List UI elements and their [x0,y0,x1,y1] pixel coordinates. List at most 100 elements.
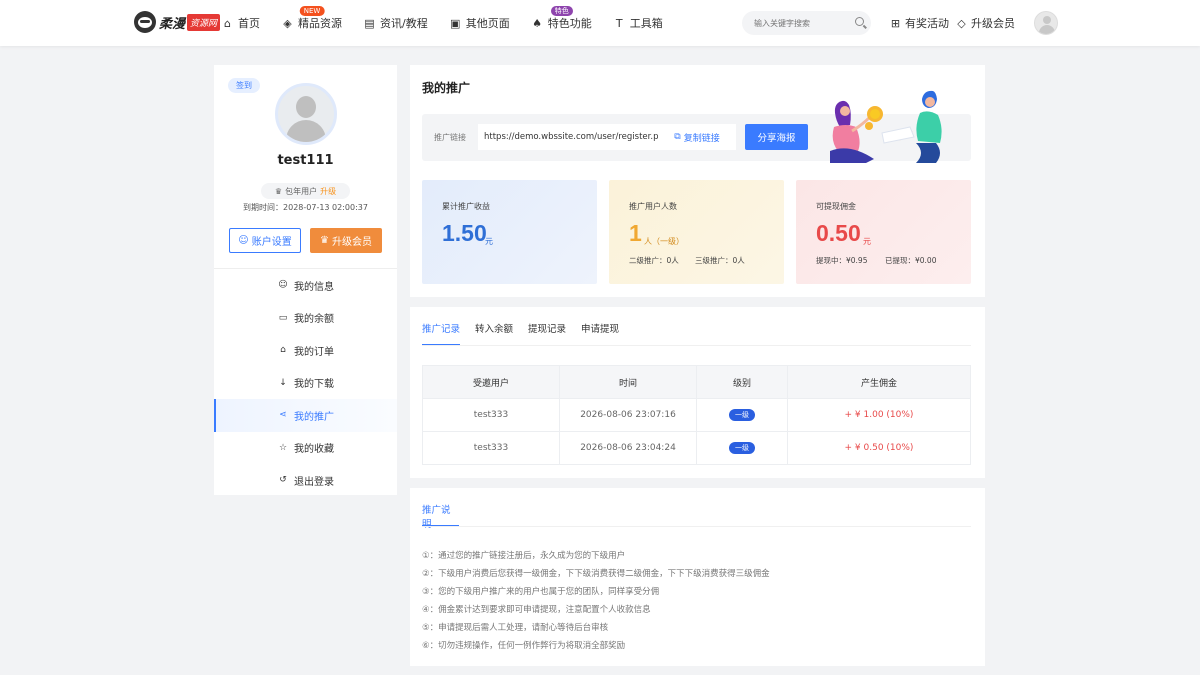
column-header: 受邀用户 [422,365,560,399]
tab-apply-withdraw[interactable]: 申请提现 [581,321,619,346]
menu-label: 我的收藏 [294,444,334,456]
logo-face-icon [134,11,156,33]
layers-icon: ◈ [283,16,292,30]
menu-item-my-balance[interactable]: ▭ 我的余额 [214,302,397,335]
tabs-divider [422,526,971,527]
stat-unit: 元 [485,237,493,246]
menu-item-logout[interactable]: ↺ 退出登录 [214,464,397,497]
promotion-illustration [830,90,942,163]
stat-label: 推广用户人数 [629,202,677,211]
activity-link[interactable]: ⊞ 有奖活动 [890,0,949,46]
diamond-icon: ◇ [957,16,966,30]
window-icon: ▣ [450,16,461,30]
table-header-row: 受邀用户 时间 级别 产生佣金 [422,365,971,399]
nav-articles[interactable]: ▤ 资讯/教程 [364,0,428,46]
stat-sub-level2: 二级推广：0人 [629,256,679,265]
upgrade-vip-link[interactable]: ◇ 升级会员 [956,0,1015,46]
stat-card-earnings: 累计推广收益 1.50 元 [422,180,597,284]
account-settings-button[interactable]: ☺ 账户设置 [229,228,301,253]
star-icon: ☆ [278,442,288,453]
document-icon: ▤ [364,16,375,30]
menu-label: 我的下载 [294,379,334,391]
stat-label: 累计推广收益 [442,202,490,211]
stat-value: 0.50 [816,220,861,246]
table-row: test333 2026-08-06 23:07:16 一级 + ¥ 1.00 … [422,398,971,432]
menu-item-my-promotion[interactable]: ⋖ 我的推广 [214,399,397,432]
list-item: ①：通过您的推广链接注册后，永久成为您的下级用户 [422,551,626,561]
menu-label: 我的推广 [294,411,334,423]
button-label: 升级会员 [331,237,372,248]
search-input[interactable] [754,15,850,31]
promo-link-field[interactable] [478,124,658,150]
menu-label: 我的信息 [294,281,334,293]
link-label: 推广链接 [434,133,466,142]
expire-time: 到期时间：2028-07-13 02:00:37 [243,203,368,212]
member-type: 包年用户 [285,186,318,196]
level-badge: 一级 [729,442,755,454]
menu-label: 我的余额 [294,314,334,326]
description-list: ①：通过您的推广链接注册后，永久成为您的下级用户 ②：下级用户消费后您获得一级佣… [422,547,971,655]
stat-value: 1.50 [442,220,487,246]
tabs-divider [422,345,971,346]
logo-tag: 资源网 [187,13,221,31]
column-header: 级别 [696,365,788,399]
records-panel: 推广记录 转入余额 提现记录 申请提现 受邀用户 时间 级别 产生佣金 test… [410,307,985,478]
copy-link-button[interactable]: ⧉ 复制链接 [658,124,736,150]
nav-other-pages[interactable]: ▣ 其他页面 [450,0,510,46]
record-time: 2026-08-06 23:07:16 [559,398,697,432]
home-icon: ⌂ [224,16,231,30]
upgrade-member-button[interactable]: ♛ 升级会员 [310,228,382,253]
site-logo[interactable]: 柔漫 资源网 [134,10,221,34]
upgrade-link[interactable]: 升级 [320,186,336,197]
user-icon: ☺ [238,235,249,246]
nav-label: 资讯/教程 [380,17,428,30]
record-commission: + ¥ 0.50 (10%) [787,431,971,465]
tab-transfer-balance[interactable]: 转入余额 [475,321,513,346]
menu-item-my-downloads[interactable]: ↓ 我的下载 [214,367,397,400]
nav-home[interactable]: ⌂ 首页 [222,0,260,46]
vip-label: 升级会员 [971,17,1015,30]
logo-text: 柔漫 [159,16,186,32]
search-box [742,11,871,35]
signin-button[interactable]: 签到 [228,78,260,93]
tab-promotion-description[interactable]: 推广说明 [422,502,459,530]
nav-premium-resources[interactable]: NEW ◈ 精品资源 [282,0,342,46]
gift-icon: ⊞ [890,16,901,30]
crown-icon: ♛ [320,235,329,246]
search-icon[interactable] [855,17,864,26]
menu-item-my-orders[interactable]: ⌂ 我的订单 [214,334,397,367]
bag-icon: ⌂ [280,345,286,356]
user-icon: ☺ [278,280,288,291]
stat-value: 1 [629,220,642,246]
menu-item-my-favorites[interactable]: ☆ 我的收藏 [214,432,397,465]
record-level: 一级 [696,398,788,432]
invited-user: test333 [422,398,560,432]
column-header: 产生佣金 [787,365,971,399]
list-item: ⑥：切勿违规操作，任何一例作弊行为将取消全部奖励 [422,641,626,651]
list-item: ④：佣金累计达到要求即可申请提现，注意配置个人收款信息 [422,605,651,615]
level-badge: 一级 [729,409,755,421]
new-badge: NEW [299,6,325,16]
tool-icon: T [615,16,623,30]
tab-promotion-records[interactable]: 推广记录 [422,321,461,346]
username: test111 [277,153,334,168]
share-poster-button[interactable]: 分享海报 [745,124,808,150]
promotion-panel: 我的推广 推广链接 ⧉ 复制链接 分享海报 累计推广收益 1.50 元 推广用户… [410,65,985,297]
column-header: 时间 [559,365,697,399]
promotion-records-table: 受邀用户 时间 级别 产生佣金 test333 2026-08-06 23:07… [422,365,971,465]
invited-user: test333 [422,431,560,465]
main-nav: ⌂ 首页 NEW ◈ 精品资源 ▤ 资讯/教程 ▣ 其他页面 特色 ♠ 特色功能… [222,0,685,46]
stat-unit: 元 [863,237,871,246]
nav-label: 首页 [238,17,260,30]
record-time: 2026-08-06 23:04:24 [559,431,697,465]
nav-features[interactable]: 特色 ♠ 特色功能 [532,0,592,46]
list-item: ③：您的下级用户推广来的用户也属于您的团队，同样享受分佣 [422,587,660,597]
nav-toolbox[interactable]: T 工具箱 [614,0,663,46]
nav-label: 其他页面 [465,17,510,30]
menu-item-my-info[interactable]: ☺ 我的信息 [214,269,397,302]
button-label: 账户设置 [251,237,292,248]
stat-sub-pending: 提现中：¥0.95 [816,256,868,265]
profile-avatar[interactable] [275,83,337,145]
user-avatar[interactable] [1034,11,1058,35]
tab-withdraw-records[interactable]: 提现记录 [528,321,566,346]
